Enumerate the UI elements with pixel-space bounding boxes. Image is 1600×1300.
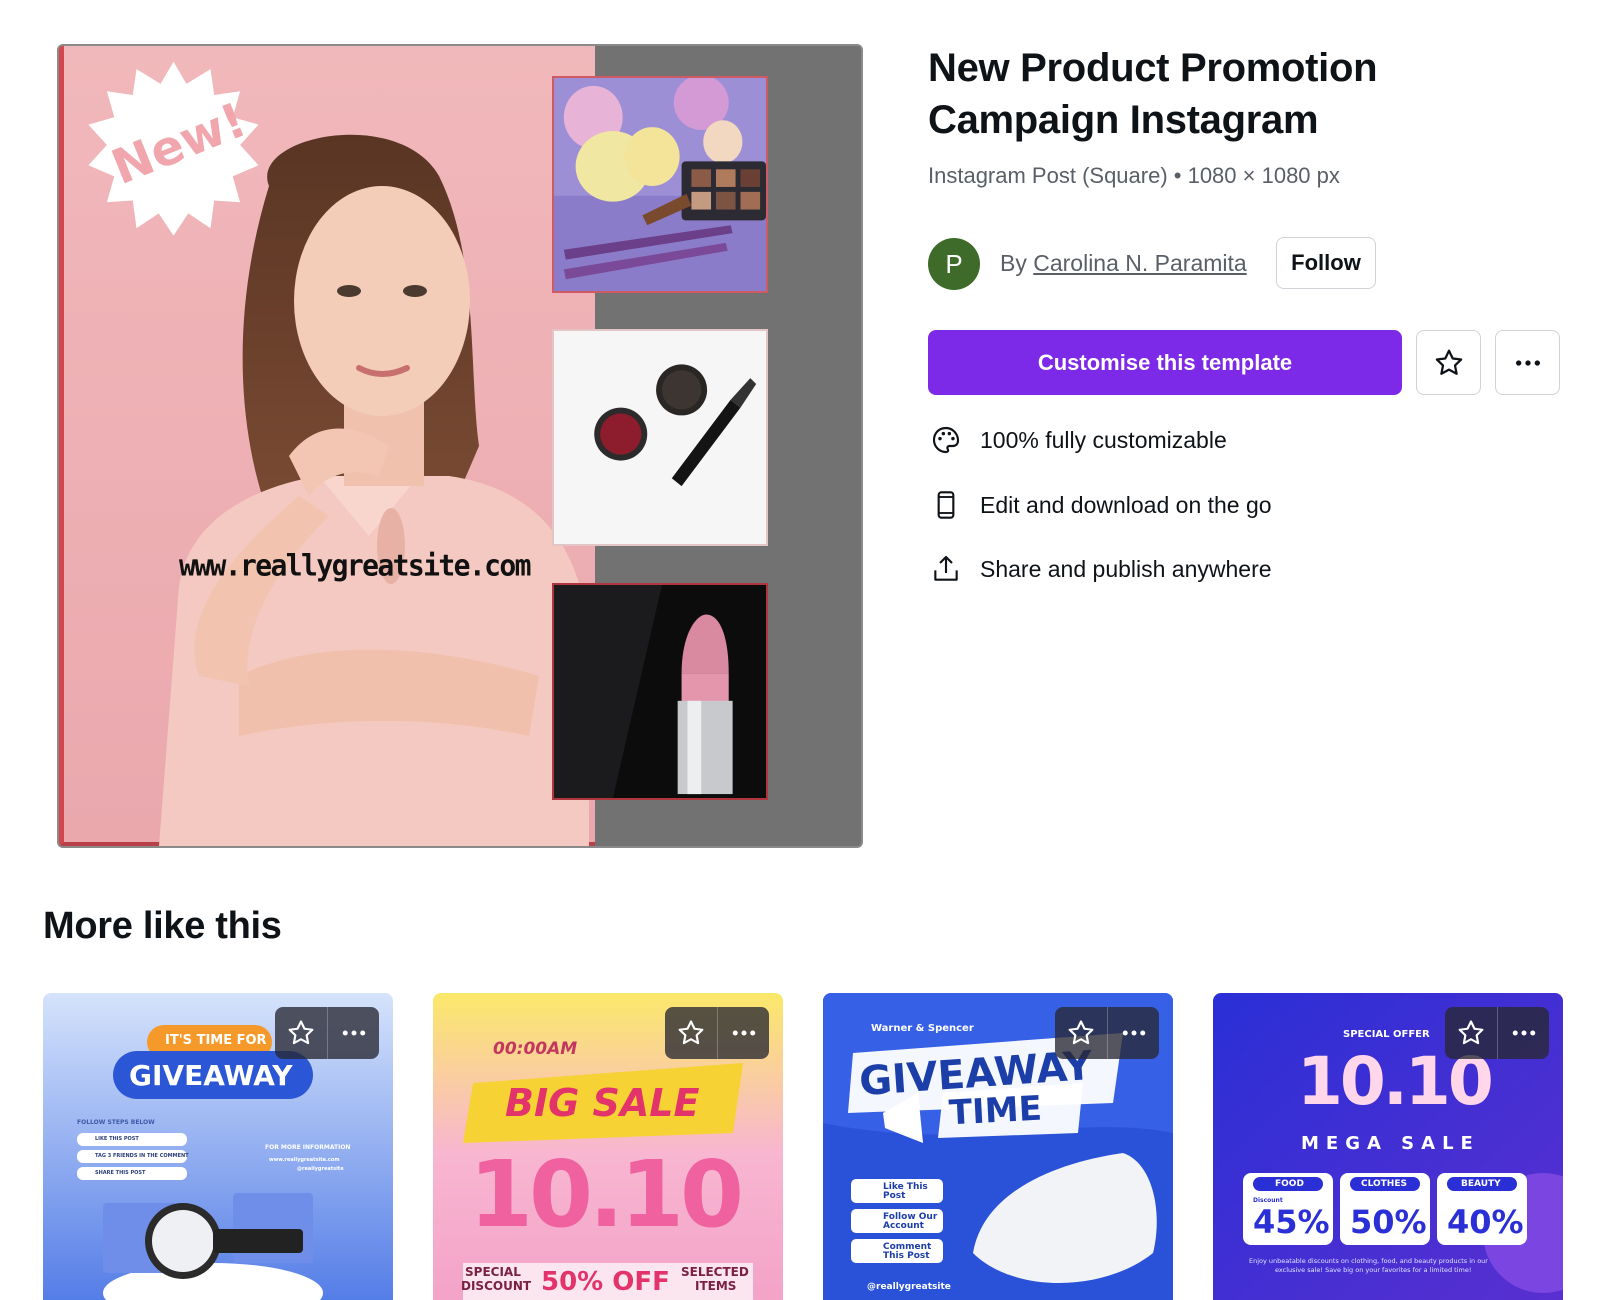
star-icon — [1068, 1020, 1094, 1045]
feature-mobile: Edit and download on the go — [928, 487, 1272, 523]
card4-offer-text: SPECIAL OFFER — [1343, 1029, 1430, 1040]
card2-title-text: BIG SALE — [505, 1081, 700, 1125]
card3-handle-text: @reallygreatsite — [867, 1282, 951, 1292]
lipgloss-photo — [552, 329, 768, 546]
feature-share: Share and publish anywhere — [928, 551, 1272, 587]
template-card-giveaway-time[interactable]: Warner & Spencer GIVEAWAY TIME Like This… — [823, 993, 1173, 1300]
card-actions — [275, 1007, 379, 1059]
more-like-this-heading: More like this — [43, 905, 282, 947]
card-actions — [1055, 1007, 1159, 1059]
card2-time-text: 00:00AM — [493, 1039, 578, 1059]
card1-ribbon-text: IT'S TIME FOR — [165, 1033, 267, 1048]
card2-offer-text: 50% OFF — [541, 1267, 670, 1297]
card2-selected-text: SELECTED — [681, 1265, 749, 1279]
card1-info-heading: FOR MORE INFORMATION — [265, 1144, 351, 1151]
template-card-big-sale[interactable]: 00:00AM BIG SALE 10.10 SPECIAL DISCOUNT … — [433, 993, 783, 1300]
card-favorite-button[interactable] — [275, 1007, 327, 1059]
card4-clothes-value: 50% — [1350, 1203, 1427, 1241]
more-options-button[interactable] — [1495, 330, 1560, 395]
share-icon — [928, 551, 964, 587]
template-title: New Product Promotion Campaign Instagram — [928, 46, 1378, 142]
feature-customizable: 100% fully customizable — [928, 422, 1227, 458]
more-icon — [1122, 1030, 1145, 1036]
template-card-giveaway-watch[interactable]: IT'S TIME FOR GIVEAWAY FOLLOW STEPS BELO… — [43, 993, 393, 1300]
card1-step-3: SHARE THIS POST — [95, 1170, 146, 1176]
author-link[interactable]: Carolina N. Paramita — [1033, 250, 1246, 276]
card-actions — [665, 1007, 769, 1059]
by-label: By — [1000, 250, 1027, 276]
card4-beauty-label: BEAUTY — [1461, 1179, 1501, 1189]
card-favorite-button[interactable] — [1055, 1007, 1107, 1059]
card4-description-2: exclusive sale! Save big on your favorit… — [1275, 1266, 1472, 1274]
card2-items-text: ITEMS — [695, 1279, 737, 1293]
feature-label: Share and publish anywhere — [980, 555, 1272, 582]
card3-step-2b: Account — [883, 1221, 924, 1231]
star-icon — [288, 1020, 314, 1045]
card4-description-1: Enjoy unbeatable discounts on clothing, … — [1249, 1257, 1488, 1265]
card1-info-website: www.reallygreatsite.com — [269, 1157, 340, 1163]
card3-subtitle-text: TIME — [948, 1088, 1043, 1134]
makeup-photo — [552, 76, 768, 293]
star-icon — [1435, 349, 1462, 375]
author-avatar[interactable]: P — [928, 238, 980, 290]
more-icon — [1512, 1030, 1535, 1036]
feature-label: Edit and download on the go — [980, 491, 1272, 518]
more-icon — [1515, 359, 1540, 366]
card4-clothes-label: CLOTHES — [1361, 1179, 1407, 1189]
card-favorite-button[interactable] — [665, 1007, 717, 1059]
more-icon — [732, 1030, 755, 1036]
card3-brand-text: Warner & Spencer — [871, 1023, 974, 1034]
template-subtitle: Instagram Post (Square) • 1080 × 1080 px — [928, 163, 1340, 188]
more-icon — [342, 1030, 365, 1036]
card4-food-value: 45% — [1253, 1203, 1330, 1241]
lipstick-photo — [552, 583, 768, 800]
star-icon — [1458, 1020, 1484, 1045]
template-preview[interactable]: New! www.reallygreatsite.com — [57, 44, 863, 848]
phone-icon — [928, 487, 964, 523]
palette-icon — [928, 422, 964, 458]
card4-food-label: FOOD — [1275, 1179, 1304, 1189]
card-more-button[interactable] — [1497, 1007, 1549, 1059]
customise-template-button[interactable]: Customise this template — [928, 330, 1402, 395]
follow-button[interactable]: Follow — [1276, 237, 1376, 289]
card-more-button[interactable] — [717, 1007, 769, 1059]
template-card-mega-sale[interactable]: SPECIAL OFFER 10.10 MEGA SALE FOOD CLOTH… — [1213, 993, 1563, 1300]
card1-info-handle: @reallygreatsite — [297, 1166, 344, 1172]
card3-step-1b: Post — [883, 1191, 906, 1201]
author-byline: By Carolina N. Paramita — [1000, 250, 1247, 277]
favorite-button[interactable] — [1416, 330, 1481, 395]
card-more-button[interactable] — [1107, 1007, 1159, 1059]
card1-steps-heading: FOLLOW STEPS BELOW — [77, 1119, 155, 1126]
feature-label: 100% fully customizable — [980, 426, 1227, 453]
card4-beauty-value: 40% — [1447, 1203, 1524, 1241]
card2-date-text: 10.10 — [469, 1141, 744, 1248]
website-text: www.reallygreatsite.com — [179, 548, 532, 583]
star-icon — [678, 1020, 704, 1045]
card-actions — [1445, 1007, 1549, 1059]
card1-step-2: TAG 3 FRIENDS IN THE COMMENT — [95, 1153, 189, 1159]
card2-special-text: SPECIAL — [465, 1265, 521, 1279]
card-more-button[interactable] — [327, 1007, 379, 1059]
card3-step-3b: This Post — [883, 1251, 930, 1261]
card4-mega-sale-text: MEGA SALE — [1301, 1133, 1480, 1154]
card2-discount-text: DISCOUNT — [461, 1279, 532, 1293]
card1-title-text: GIVEAWAY — [129, 1059, 293, 1092]
card-favorite-button[interactable] — [1445, 1007, 1497, 1059]
card1-step-1: LIKE THIS POST — [95, 1136, 139, 1142]
